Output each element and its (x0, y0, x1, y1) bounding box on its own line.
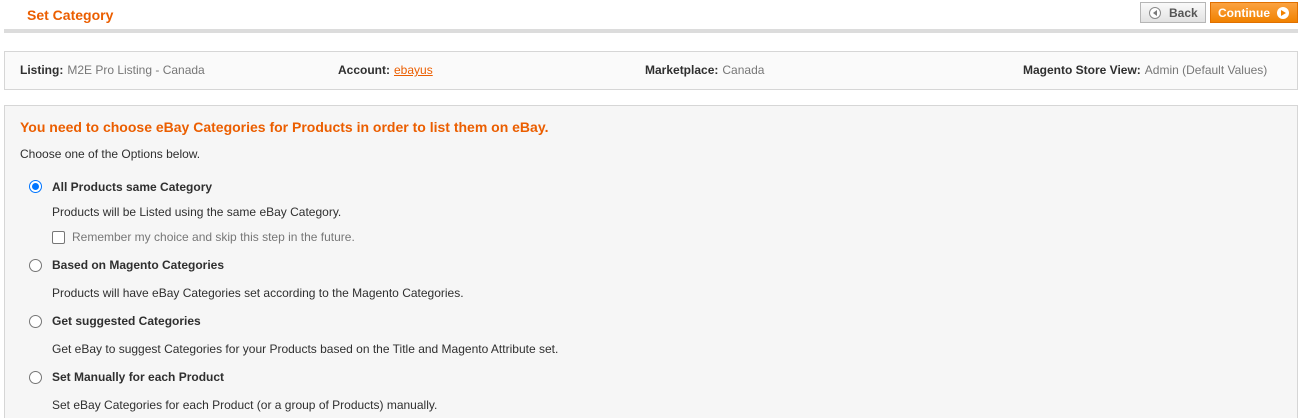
marketplace-info: Marketplace: Canada (645, 63, 764, 77)
marketplace-value: Canada (722, 63, 765, 77)
listing-info: Listing: M2E Pro Listing - Canada (20, 63, 205, 77)
option-same-category-label[interactable]: All Products same Category (52, 180, 212, 194)
option-suggested-categories-description: Get eBay to suggest Categories for your … (52, 342, 559, 356)
remember-choice-label[interactable]: Remember my choice and skip this step in… (72, 230, 355, 244)
radio-suggested-categories[interactable] (29, 315, 42, 328)
continue-button-label: Continue (1218, 5, 1270, 20)
back-button[interactable]: Back (1140, 2, 1206, 23)
radio-manual-categories[interactable] (29, 371, 42, 384)
listing-info-bar: Listing: M2E Pro Listing - Canada Account… (4, 51, 1298, 90)
options-intro: Choose one of the Options below. (20, 147, 201, 161)
option-manual-categories-description: Set eBay Categories for each Product (or… (52, 398, 438, 412)
store-view-label: Magento Store View: (1023, 63, 1141, 77)
continue-button[interactable]: Continue (1210, 2, 1298, 23)
page-title: Set Category (27, 7, 114, 23)
back-button-label: Back (1169, 5, 1198, 20)
continue-arrow-icon (1277, 6, 1289, 19)
option-magento-categories-label[interactable]: Based on Magento Categories (52, 258, 224, 272)
category-mode-panel: You need to choose eBay Categories for P… (4, 105, 1298, 418)
account-link[interactable]: ebayus (394, 63, 433, 77)
option-magento-categories-description: Products will have eBay Categories set a… (52, 286, 464, 300)
back-arrow-icon (1149, 6, 1161, 19)
account-label: Account: (338, 63, 390, 77)
page-header: Set Category Back Continue (0, 0, 1302, 34)
store-view-info: Magento Store View: Admin (Default Values… (1023, 63, 1267, 77)
radio-same-category[interactable] (29, 180, 42, 193)
option-suggested-categories-label[interactable]: Get suggested Categories (52, 314, 201, 328)
header-divider (4, 29, 1298, 33)
remember-choice-checkbox[interactable] (52, 231, 65, 244)
option-manual-categories-label[interactable]: Set Manually for each Product (52, 370, 224, 384)
radio-magento-categories[interactable] (29, 259, 42, 272)
option-same-category-description: Products will be Listed using the same e… (52, 205, 342, 219)
account-info: Account: ebayus (338, 63, 433, 77)
listing-label: Listing: (20, 63, 64, 77)
category-notice: You need to choose eBay Categories for P… (20, 119, 549, 135)
marketplace-label: Marketplace: (645, 63, 719, 77)
store-view-value: Admin (Default Values) (1144, 63, 1268, 77)
listing-value: M2E Pro Listing - Canada (67, 63, 205, 77)
